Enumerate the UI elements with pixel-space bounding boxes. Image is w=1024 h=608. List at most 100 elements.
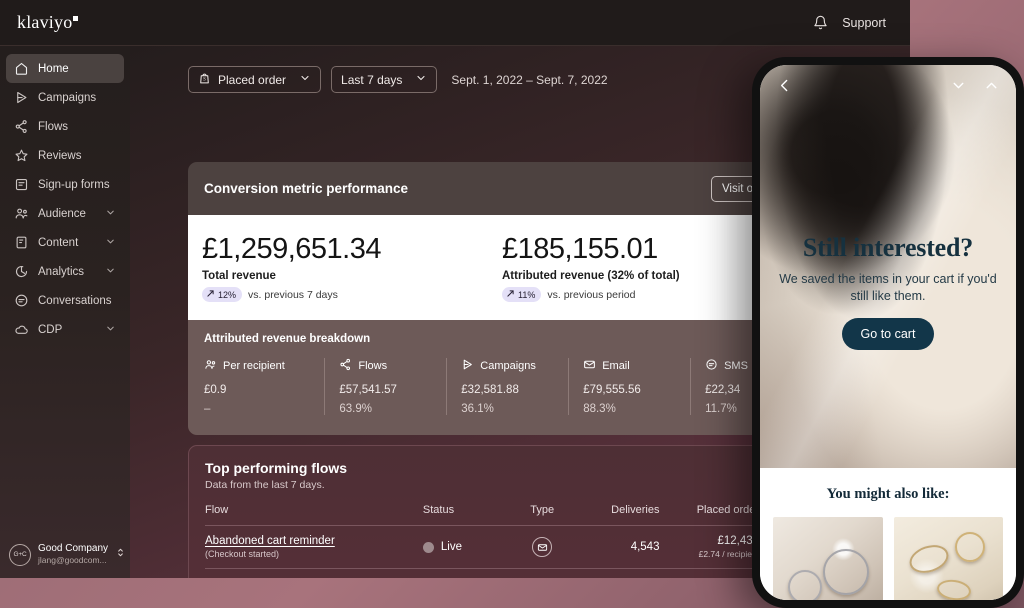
column-header-placed-order[interactable]: Placed order xyxy=(659,504,759,526)
column-header-status[interactable]: Status xyxy=(423,504,512,526)
metric-select-value: Placed order xyxy=(218,72,287,87)
status-label: Live xyxy=(440,541,463,553)
breakdown-col-label: Per recipient xyxy=(223,360,285,372)
form-icon xyxy=(14,177,29,192)
metric-total-revenue: £1,259,651.34 Total revenue 12% vs. prev… xyxy=(202,232,502,320)
email-preview-nav xyxy=(760,65,1016,111)
metrics-panel: £1,259,651.34 Total revenue 12% vs. prev… xyxy=(188,215,828,320)
people-icon xyxy=(14,206,29,221)
sidebar-label: Sign-up forms xyxy=(38,178,110,191)
account-email: jlang@goodcom... xyxy=(38,555,107,565)
sidebar-label: Campaigns xyxy=(38,91,97,104)
home-icon xyxy=(14,61,29,76)
breakdown-col-header: Flows xyxy=(339,358,436,374)
conversion-card-header: Conversion metric performance Visit over… xyxy=(188,162,828,215)
table-header-row: Flow Status Type Deliveries Placed order… xyxy=(205,504,811,526)
breakdown-col-percent: – xyxy=(204,403,211,415)
recommendations-title: You might also like: xyxy=(826,486,950,502)
flows-icon xyxy=(14,119,29,134)
trend-up-icon xyxy=(206,289,215,300)
breakdown-col-label: SMS xyxy=(724,360,748,372)
sidebar-label: Home xyxy=(38,62,69,75)
sidebar-label: Conversations xyxy=(38,294,112,307)
analytics-icon xyxy=(14,264,29,279)
delta-value: 11% xyxy=(518,289,536,300)
breakdown-col-percent: 63.9% xyxy=(339,403,372,415)
cell-flow: Abandoned cart reminder (Checkout starte… xyxy=(205,525,423,569)
delta-note: vs. previous 7 days xyxy=(248,288,338,301)
sidebar-label: Analytics xyxy=(38,265,85,278)
breakdown-col-label: Campaigns xyxy=(480,360,536,372)
table-row[interactable]: Abandoned cart reminder (Checkout starte… xyxy=(205,525,811,569)
sidebar-label: Content xyxy=(38,236,79,249)
chevron-left-icon[interactable] xyxy=(776,77,793,99)
top-header-bar: klaviyo Support xyxy=(0,0,910,46)
cell-placed-order: £12,436 £2.74 / recipient xyxy=(659,525,760,569)
table-row[interactable]: Back in stock (Subscribed to back in sto… xyxy=(205,568,811,578)
cell-flow: Back in stock (Subscribed to back in sto… xyxy=(205,568,423,578)
header-actions: Support xyxy=(813,15,886,30)
sidebar-item-home[interactable]: Home xyxy=(6,54,124,83)
sidebar-item-analytics[interactable]: Analytics xyxy=(6,257,124,286)
cell-type xyxy=(512,568,573,578)
sidebar-item-flows[interactable]: Flows xyxy=(6,112,124,141)
notifications-bell-icon[interactable] xyxy=(813,15,828,30)
breakdown-col-value: £79,555.56 xyxy=(583,384,641,396)
sidebar-item-audience[interactable]: Audience xyxy=(6,199,124,228)
sidebar-label: Reviews xyxy=(38,149,82,162)
chevron-down-icon[interactable] xyxy=(105,265,116,279)
sidebar-item-sign-up-forms[interactable]: Sign-up forms xyxy=(6,170,124,199)
klaviyo-logo[interactable]: klaviyo xyxy=(17,12,79,33)
product-image-2[interactable] xyxy=(893,517,1003,600)
trend-up-icon xyxy=(506,289,515,300)
support-link[interactable]: Support xyxy=(842,16,886,30)
content-icon xyxy=(14,235,29,250)
flows-table: Flow Status Type Deliveries Placed order… xyxy=(205,504,811,578)
email-hero-copy: Still interested? We saved the items in … xyxy=(760,233,1016,350)
cell-deliveries: 12,345 xyxy=(572,568,660,578)
sidebar-item-cdp[interactable]: CDP xyxy=(6,315,124,344)
date-range-text: Sept. 1, 2022 – Sept. 7, 2022 xyxy=(451,72,608,87)
delta-note: vs. previous period xyxy=(547,288,636,301)
flows-card-title: Top performing flows xyxy=(205,460,348,476)
sidebar-item-content[interactable]: Content xyxy=(6,228,124,257)
account-switch-icon[interactable] xyxy=(115,546,126,564)
status-badge: 12% xyxy=(202,287,243,302)
product-image-1[interactable] xyxy=(773,517,883,600)
phone-mockup: Still interested? We saved the items in … xyxy=(752,57,1024,608)
sidebar-item-campaigns[interactable]: Campaigns xyxy=(6,83,124,112)
date-range-select[interactable]: Last 7 days xyxy=(331,66,438,93)
breakdown-col-email: Email £79,555.56 88.3% xyxy=(568,358,690,415)
breakdown-col-value: £32,581.88 xyxy=(461,384,519,396)
breakdown-col-header: Per recipient xyxy=(204,358,314,374)
account-switcher[interactable]: G+C Good Company jlang@goodcom... xyxy=(0,543,130,566)
metric-select[interactable]: S Placed order xyxy=(188,66,322,93)
status-dot-icon xyxy=(422,541,434,553)
breakdown-col-value: £0.9 xyxy=(204,384,227,396)
chevron-up-icon[interactable] xyxy=(983,77,1000,99)
breakdown-col-label: Email xyxy=(602,360,630,372)
sidebar-label: Flows xyxy=(38,120,69,133)
email-body-text: We saved the items in your cart if you'd… xyxy=(779,272,997,303)
column-header-flow[interactable]: Flow xyxy=(205,504,423,526)
sidebar-item-reviews[interactable]: Reviews xyxy=(6,141,124,170)
chevron-down-icon[interactable] xyxy=(105,207,116,221)
flow-name-link[interactable]: Abandoned cart reminder xyxy=(205,535,423,547)
status-badge: 11% xyxy=(502,287,542,302)
breakdown-col-label: Flows xyxy=(358,360,388,372)
breakdown-col-flows: Flows £57,541.57 63.9% xyxy=(324,358,446,415)
chevron-down-icon[interactable] xyxy=(105,236,116,250)
flows-card-header: Top performing flows Data from the last … xyxy=(205,460,811,491)
shopping-bag-icon: S xyxy=(198,72,211,88)
column-header-type[interactable]: Type xyxy=(512,504,572,526)
flow-trigger: (Checkout started) xyxy=(205,549,280,559)
sms-icon xyxy=(705,358,718,374)
metric-value: £1,259,651.34 xyxy=(202,233,381,265)
go-to-cart-button[interactable]: Go to cart xyxy=(841,318,935,350)
chevron-down-icon[interactable] xyxy=(105,323,116,337)
breakdown-col-percent: 88.3% xyxy=(583,403,616,415)
column-header-deliveries[interactable]: Deliveries xyxy=(572,504,659,526)
chevron-down-icon[interactable] xyxy=(950,77,967,99)
sidebar-item-conversations[interactable]: Conversations xyxy=(6,286,124,315)
account-info: Good Company jlang@goodcom... xyxy=(38,543,108,566)
